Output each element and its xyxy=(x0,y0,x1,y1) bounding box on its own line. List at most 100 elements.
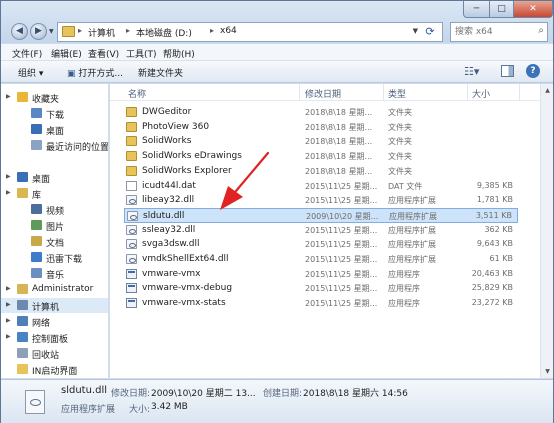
file-date: 2018\8\18 星期... xyxy=(305,137,373,147)
sidebar-item[interactable]: 下载 xyxy=(1,106,108,121)
breadcrumb-chevron-icon[interactable]: ▸ xyxy=(126,26,130,35)
organize-button[interactable]: 组织 ▾ xyxy=(18,66,43,79)
file-row[interactable]: vmware-vmx-debug 2015\11\25 星期... 应用程序 25,8… xyxy=(124,281,518,296)
breadcrumb-chevron-icon[interactable]: ▸ xyxy=(210,26,214,35)
breadcrumb-drive-d[interactable]: 本地磁盘 (D:) xyxy=(136,26,192,39)
sidebar-item-label: IN启动界面 xyxy=(32,367,78,377)
open-with-button[interactable]: ▣ 打开方式... xyxy=(67,66,123,79)
expand-arrow-icon[interactable]: ▶ xyxy=(6,189,11,196)
file-row[interactable]: ssleay32.dll 2015\11\25 星期... 应用程序扩展 362 KB xyxy=(124,223,518,238)
computer-icon xyxy=(17,300,28,310)
address-bar[interactable]: ▸ 计算机 ▸ 本地磁盘 (D:) ▸ x64 ▼ ⟳ xyxy=(57,22,443,42)
file-name: vmware-vmx-stats xyxy=(142,298,226,309)
sidebar-item-label: 最近访问的位置 xyxy=(46,143,109,153)
sidebar-item[interactable]: ▶ 库 xyxy=(1,186,108,201)
file-row[interactable]: vmware-vmx 2015\11\25 星期... 应用程序 20,463 KB xyxy=(124,267,518,282)
file-name: svga3dsw.dll xyxy=(142,239,200,250)
navigation-pane[interactable]: ▶ 收藏夹下载 桌面最近访问的位置 ▶ 桌面 ▶ 库视频 图片 文档 迅雷下载 音乐 ▶ Adminis… xyxy=(1,84,109,378)
file-date: 2015\11\25 星期... xyxy=(305,240,378,250)
file-row[interactable]: libeay32.dll 2015\11\25 星期... 应用程序扩展 1,781 … xyxy=(124,193,518,208)
sidebar-item[interactable]: ▶ 控制面板 xyxy=(1,330,108,345)
file-type: 文件夹 xyxy=(388,108,412,117)
column-header-size[interactable]: 大小 xyxy=(468,84,520,101)
expand-arrow-icon[interactable]: ▶ xyxy=(6,93,11,100)
sidebar-item-label: 下载 xyxy=(46,111,65,121)
preview-pane-icon[interactable] xyxy=(501,65,514,77)
dll-file-icon xyxy=(126,254,137,264)
file-row[interactable]: sldutu.dll 2009\10\20 星期... 应用程序扩展 3,511 KB xyxy=(124,207,518,223)
help-icon[interactable]: ? xyxy=(526,64,540,78)
column-header-date[interactable]: 修改日期 xyxy=(300,84,384,101)
file-row[interactable]: SolidWorks eDrawings 2018\8\18 星期... 文件夹 xyxy=(124,149,518,164)
sidebar-item[interactable]: IN启动界面 xyxy=(1,362,108,377)
address-history-chevron-icon[interactable]: ▼ xyxy=(413,27,418,35)
maximize-button[interactable]: □ xyxy=(489,1,514,18)
refresh-icon[interactable]: ⟳ xyxy=(422,24,438,40)
file-row[interactable]: svga3dsw.dll 2015\11\25 星期... 应用程序扩展 9,643 … xyxy=(124,237,518,252)
file-type: 应用程序 xyxy=(388,269,420,279)
view-options-icon[interactable]: ☷▾ xyxy=(464,65,479,78)
back-button[interactable]: ◀ xyxy=(11,23,28,40)
folder-icon xyxy=(126,107,137,117)
column-header-type[interactable]: 类型 xyxy=(384,84,468,101)
file-row[interactable]: DWGeditor 2018\8\18 星期... 文件夹 xyxy=(124,105,518,120)
sidebar-item[interactable]: 图片 xyxy=(1,218,108,233)
menu-bar: 文件(F) 编辑(E) 查看(V) 工具(T) 帮助(H) xyxy=(1,44,553,61)
close-button[interactable]: ✕ xyxy=(513,1,553,18)
scroll-up-arrow-icon[interactable]: ▲ xyxy=(542,85,553,96)
menu-edit[interactable]: 编辑(E) xyxy=(51,47,82,60)
file-row[interactable]: SolidWorks 2018\8\18 星期... 文件夹 xyxy=(124,134,518,149)
file-date: 2018\8\18 星期... xyxy=(305,122,373,132)
vertical-scrollbar[interactable]: ▲ ▼ xyxy=(540,84,553,378)
file-name: SolidWorks Explorer xyxy=(142,165,232,176)
search-icon[interactable]: ⌕ xyxy=(538,25,544,36)
search-input[interactable] xyxy=(455,25,531,39)
minimize-button[interactable]: ─ xyxy=(463,1,490,18)
sidebar-item[interactable]: ▶ Administrator xyxy=(1,282,108,297)
menu-view[interactable]: 查看(V) xyxy=(88,47,119,60)
sidebar-item[interactable]: ▶ 桌面 xyxy=(1,170,108,185)
breadcrumb-computer[interactable]: 计算机 xyxy=(88,26,115,39)
sidebar-item[interactable]: 回收站 xyxy=(1,346,108,361)
sidebar-item[interactable]: ▶ 收藏夹 xyxy=(1,90,108,105)
sidebar-item[interactable]: 音乐 xyxy=(1,266,108,281)
breadcrumb-chevron-icon[interactable]: ▸ xyxy=(78,26,82,35)
recent-pages-chevron-icon[interactable]: ▼ xyxy=(49,28,54,35)
download-folder-icon xyxy=(31,108,42,118)
sidebar-item[interactable]: 迅雷下载 xyxy=(1,250,108,265)
expand-arrow-icon[interactable]: ▶ xyxy=(6,285,11,292)
file-list[interactable]: 名称 修改日期 类型 大小 ▲ ▼ DWGeditor 2018\8\18 星期.… xyxy=(110,84,553,378)
file-row[interactable]: SolidWorks Explorer 2018\8\18 星期... 文件夹 xyxy=(124,164,518,179)
file-name: icudt44l.dat xyxy=(142,180,196,191)
file-row[interactable]: icudt44l.dat 2015\11\25 星期... DAT 文件 9,385 … xyxy=(124,179,518,194)
expand-arrow-icon[interactable]: ▶ xyxy=(6,317,11,324)
sidebar-item[interactable]: 桌面 xyxy=(1,122,108,137)
breadcrumb-x64[interactable]: x64 xyxy=(220,26,237,36)
file-date: 2009\10\20 星期... xyxy=(306,211,379,221)
expand-arrow-icon[interactable]: ▶ xyxy=(6,173,11,180)
file-row[interactable]: vmdkShellExt64.dll 2015\11\25 星期... 应用程序扩展… xyxy=(124,252,518,267)
details-size-label: 大小: xyxy=(129,405,151,415)
menu-help[interactable]: 帮助(H) xyxy=(163,47,195,60)
sidebar-item[interactable]: 视频 xyxy=(1,202,108,217)
file-row[interactable]: PhotoView 360 2018\8\18 星期... 文件夹 xyxy=(124,120,518,135)
file-row[interactable]: vmware-vmx-stats 2015\11\25 星期... 应用程序 23,2… xyxy=(124,296,518,311)
forward-button[interactable]: ▶ xyxy=(30,23,47,40)
menu-file[interactable]: 文件(F) xyxy=(12,47,42,60)
thunder-download-icon xyxy=(31,252,42,262)
file-size: 362 KB xyxy=(484,224,513,234)
scroll-down-arrow-icon[interactable]: ▼ xyxy=(542,366,553,377)
sidebar-item[interactable]: ▶ 网络 xyxy=(1,314,108,329)
sidebar-item[interactable]: 最近访问的位置 xyxy=(1,138,109,153)
file-type: DAT 文件 xyxy=(388,181,423,191)
sidebar-item[interactable]: ▶ 计算机 xyxy=(1,298,108,313)
folder-icon xyxy=(126,151,137,162)
expand-arrow-icon[interactable]: ▶ xyxy=(6,301,11,308)
menu-tools[interactable]: 工具(T) xyxy=(126,47,157,60)
column-header-name[interactable]: 名称 xyxy=(124,84,300,101)
new-folder-button[interactable]: 新建文件夹 xyxy=(138,66,183,79)
search-box[interactable]: ⌕ xyxy=(450,22,548,42)
sidebar-item[interactable]: 文档 xyxy=(1,234,108,249)
expand-arrow-icon[interactable]: ▶ xyxy=(6,333,11,340)
file-type: 应用程序扩展 xyxy=(388,255,436,264)
